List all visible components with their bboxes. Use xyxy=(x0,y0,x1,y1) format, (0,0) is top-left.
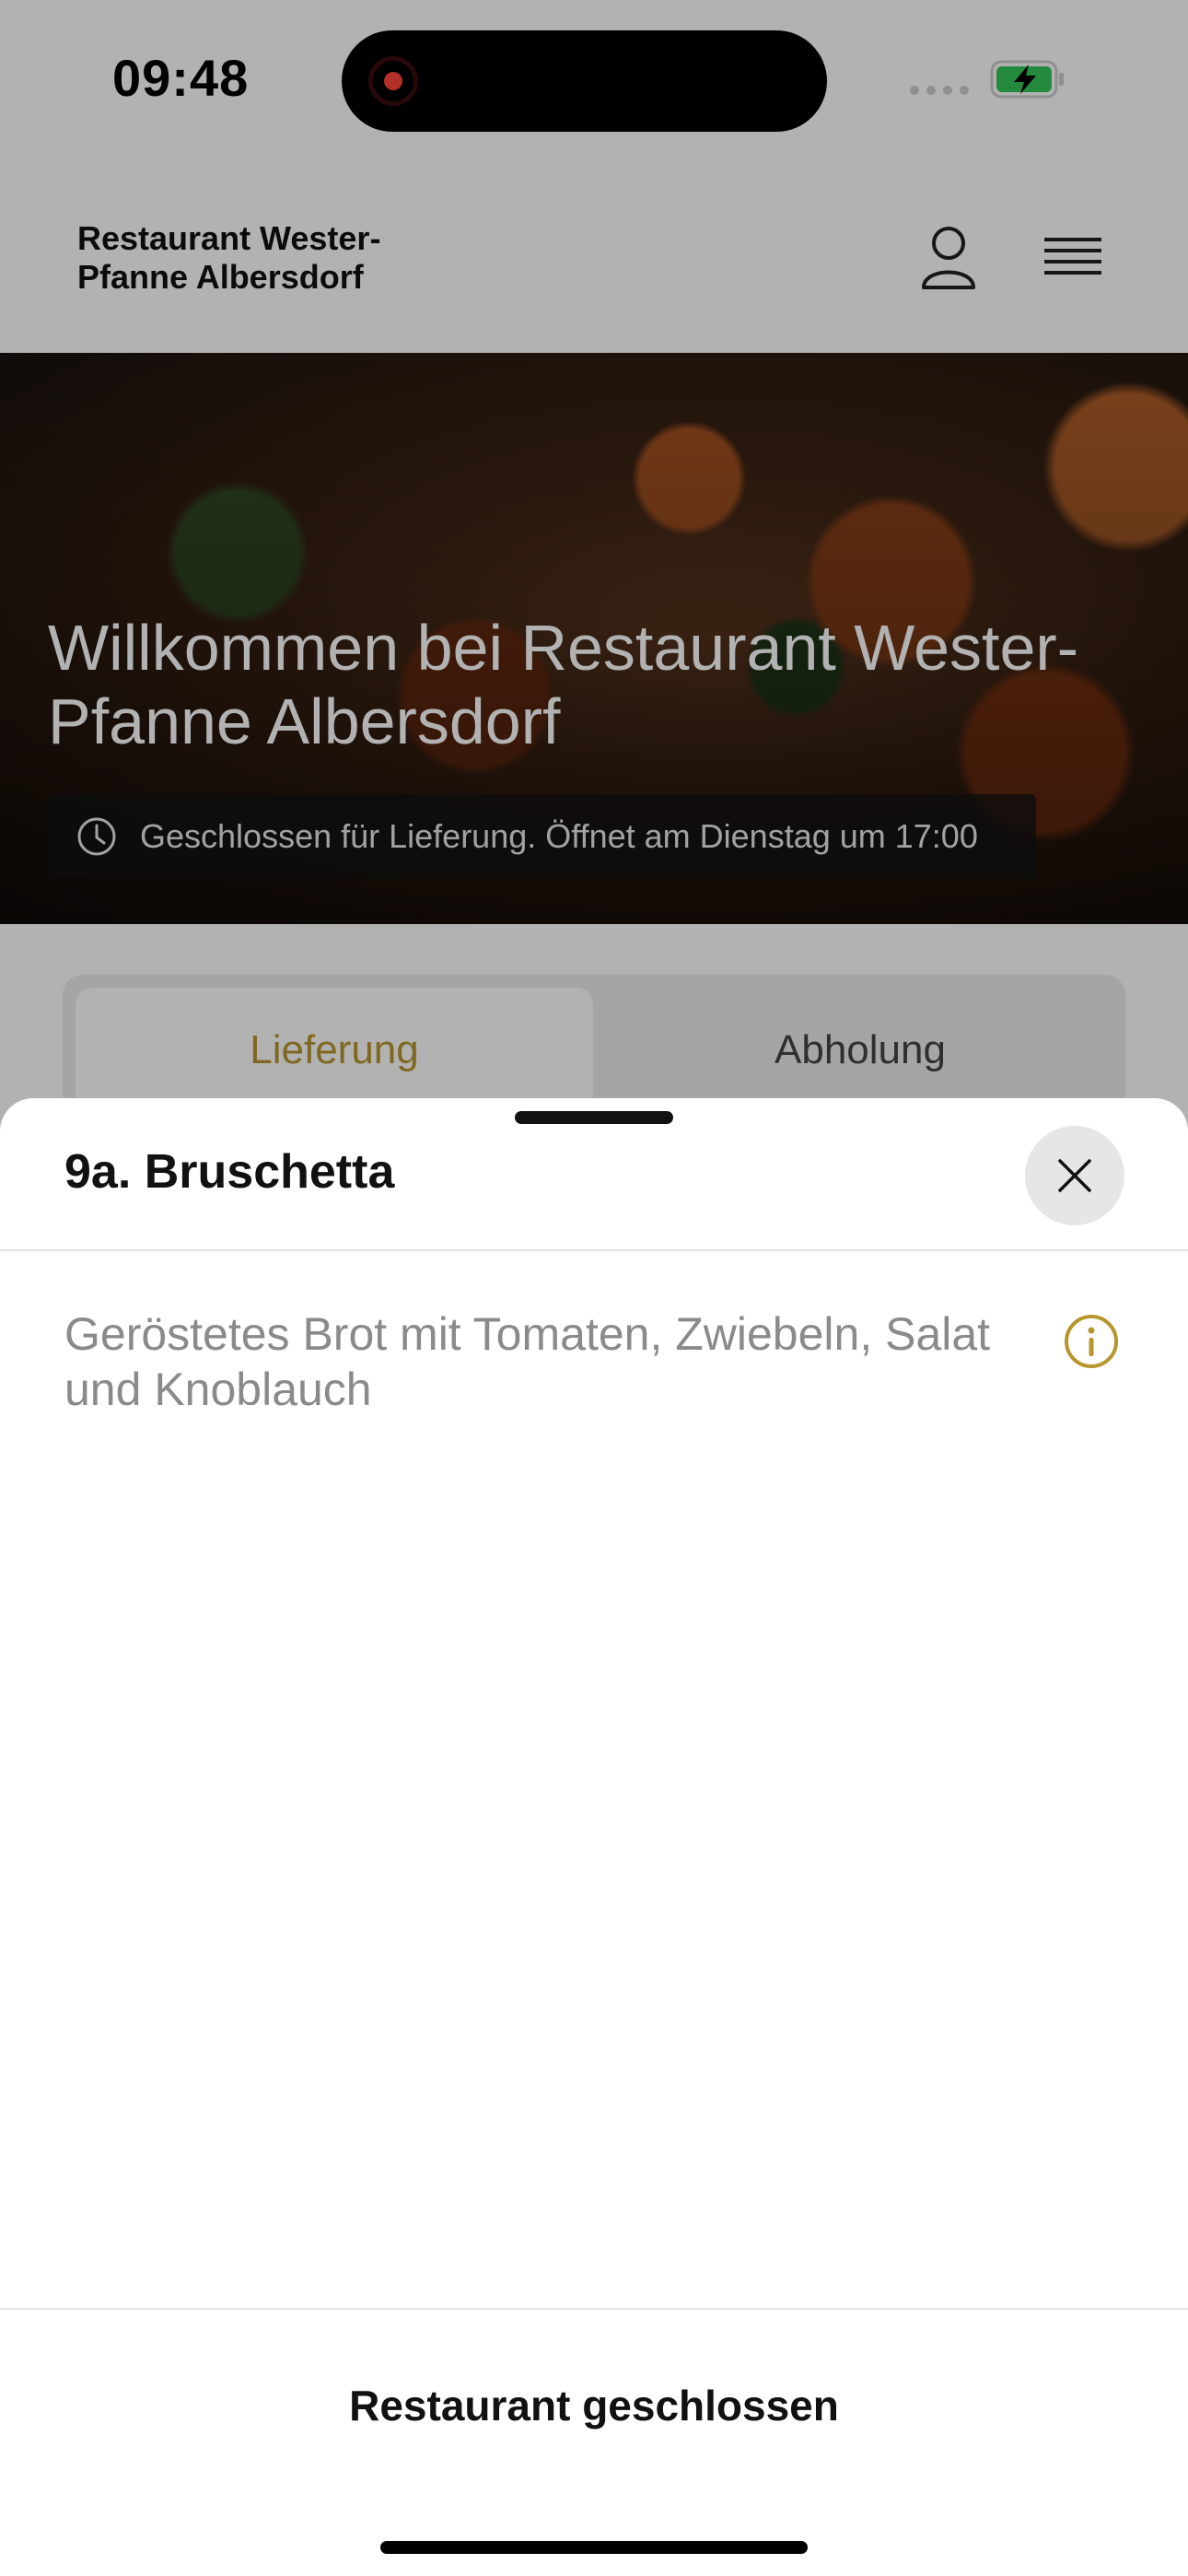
close-icon xyxy=(1058,1159,1091,1192)
sheet-grabber-handle[interactable] xyxy=(515,1111,673,1124)
sheet-title: 9a. Bruschetta xyxy=(64,1145,395,1199)
restaurant-closed-status: Restaurant geschlossen xyxy=(349,2382,839,2430)
product-description: Geröstetes Brot mit Tomaten, Zwiebeln, S… xyxy=(64,1308,991,1415)
home-indicator xyxy=(380,2541,808,2554)
sheet-divider xyxy=(0,1249,1188,1251)
info-icon[interactable] xyxy=(1063,1313,1120,1370)
close-button[interactable] xyxy=(1025,1126,1124,1225)
footer-divider xyxy=(0,2308,1188,2310)
